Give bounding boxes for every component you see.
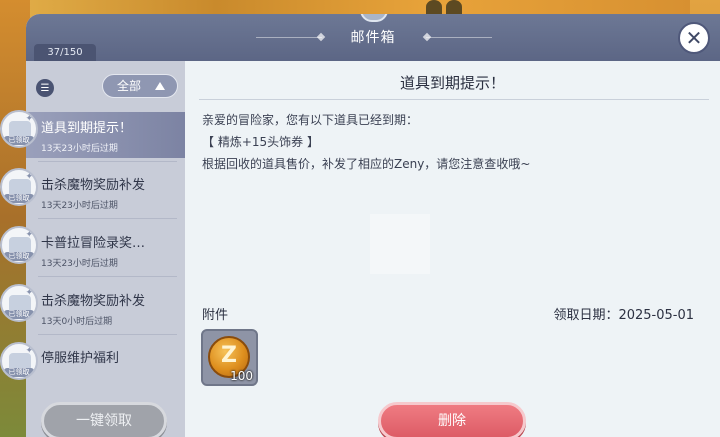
faint-placeholder [370,214,430,274]
mail-list-item[interactable]: 卡普拉冒险录奖… 13天23小时后过期 [26,227,185,277]
mail-body-line: 根据回收的道具售价，补发了相应的Zeny，请您注意查收哦~ [202,157,531,171]
delete-button[interactable]: 删除 [378,402,526,437]
mail-avatar-icon: ✦ 已领取 [0,284,38,322]
mail-list-item[interactable]: 击杀魔物奖励补发 13天0小时后过期 [26,285,185,335]
claim-date: 领取日期：2025-05-01 [553,308,694,323]
header-ornament-dot [422,32,432,42]
mail-item-title: 停服维护福利 [41,351,120,366]
sparkle-icon: ✦ [25,288,33,298]
mailbox-window: 邮件箱 37/150 ✕ ☰ 全部 道具到期提示！ 13天23小时后过期 击杀魔… [26,14,720,437]
divider [38,276,177,277]
divider [38,161,177,162]
claim-all-button[interactable]: 一键领取 [41,402,167,437]
chevron-up-icon [155,82,165,90]
mail-list-item[interactable]: 击杀魔物奖励补发 13天23小时后过期 [26,169,185,219]
mailbox-header: 邮件箱 37/150 ✕ [26,14,720,61]
mail-list-item[interactable]: 停服维护福利 [26,342,185,388]
mail-count-badge: 37/150 [34,44,96,61]
sparkle-icon: ✦ [25,346,33,356]
avatar-tag: 已领取 [4,310,34,319]
close-icon: ✕ [685,26,703,50]
mail-item-title: 道具到期提示！ [41,121,133,136]
mail-content-panel: 道具到期提示！ 亲爱的冒险家，您有以下道具已经到期： 【 精炼+15头饰券 】 … [185,61,720,437]
avatar-tag: 已领取 [4,368,34,377]
mail-item-title: 击杀魔物奖励补发 [41,178,146,193]
tree-silhouette [446,0,462,14]
mail-item-title: 击杀魔物奖励补发 [41,294,146,309]
page-title: 邮件箱 [350,30,396,46]
sparkle-icon: ✦ [25,172,33,182]
header-emblem-icon [360,14,388,22]
divider [199,99,709,100]
mail-list-sidebar: ☰ 全部 道具到期提示！ 13天23小时后过期 击杀魔物奖励补发 13天23小时… [26,61,185,437]
avatar-tag: 已领取 [4,194,34,203]
sparkle-icon: ✦ [25,230,33,240]
attachment-quantity: 100 [230,369,253,383]
attachment-label: 附件 [202,308,229,323]
mail-item-title: 卡普拉冒险录奖… [41,236,146,251]
mail-avatar-icon: ✦ 已领取 [0,226,38,264]
divider [38,334,177,335]
mail-item-expire: 13天23小时后过期 [41,259,118,269]
mail-item-expire: 13天23小时后过期 [41,201,118,211]
mail-item-expire: 13天0小时后过期 [41,317,113,327]
mail-avatar-icon: ✦ 已领取 [0,110,38,148]
mail-body-line: 亲爱的冒险家，您有以下道具已经到期： [202,113,419,127]
mail-list-item[interactable]: 道具到期提示！ 13天23小时后过期 [26,112,185,162]
mail-avatar-icon: ✦ 已领取 [0,342,38,380]
divider [38,218,177,219]
mail-item-expire: 13天23小时后过期 [41,144,118,154]
tree-silhouette [426,0,442,14]
header-ornament-dot [316,32,326,42]
close-button[interactable]: ✕ [678,22,710,54]
header-ornament-line [426,37,492,38]
filter-label: 全部 [117,79,142,93]
attachment-item[interactable]: Z 100 [201,329,258,386]
header-ornament-line [256,37,322,38]
avatar-tag: 已领取 [4,136,34,145]
mail-body-line: 【 精炼+15头饰券 】 [202,135,319,149]
list-icon[interactable]: ☰ [36,79,54,97]
filter-dropdown[interactable]: 全部 [102,74,178,98]
mail-avatar-icon: ✦ 已领取 [0,168,38,206]
avatar-tag: 已领取 [4,252,34,261]
mail-heading: 道具到期提示！ [399,74,505,92]
sparkle-icon: ✦ [25,114,33,124]
